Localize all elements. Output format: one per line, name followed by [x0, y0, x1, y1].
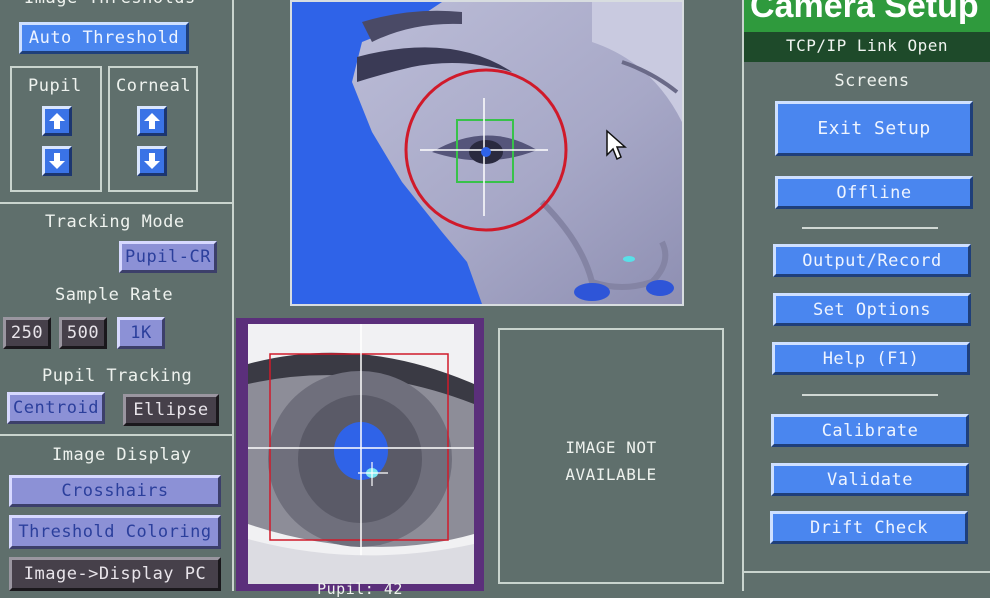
threshold-coloring-button[interactable]: Threshold Coloring — [9, 515, 221, 549]
arrow-down-icon — [49, 153, 65, 169]
arrow-up-icon — [144, 113, 160, 129]
arrow-down-icon — [144, 153, 160, 169]
pupil-label: Pupil — [28, 76, 82, 96]
left-panel: Image Thresholds Auto Threshold Pupil Co… — [0, 0, 232, 591]
tracking-mode-title: Tracking Mode — [45, 212, 185, 232]
ellipse-button[interactable]: Ellipse — [123, 394, 219, 426]
eye-camera-frame: Pupil: 42 — [236, 318, 484, 598]
corneal-threshold-up-button[interactable] — [137, 106, 167, 136]
tracking-mode-button[interactable]: Pupil-CR — [119, 241, 217, 273]
global-camera-view — [290, 0, 684, 306]
eye-image — [248, 324, 474, 584]
divider — [0, 202, 232, 204]
sample-rate-title: Sample Rate — [55, 285, 174, 305]
drift-check-button[interactable]: Drift Check — [770, 511, 968, 544]
title-bar: Camera Setup TCP/IP Link Open — [744, 0, 990, 62]
sample-rate-1k-button[interactable]: 1K — [117, 317, 165, 349]
image-display-pc-button[interactable]: Image->Display PC — [9, 557, 221, 591]
auto-threshold-button[interactable]: Auto Threshold — [19, 22, 189, 54]
set-options-button[interactable]: Set Options — [773, 293, 971, 326]
pupil-threshold-up-button[interactable] — [42, 106, 72, 136]
separator — [802, 227, 938, 229]
right-panel: Camera Setup TCP/IP Link Open Screens Ex… — [744, 0, 990, 591]
sample-rate-500-button[interactable]: 500 — [59, 317, 107, 349]
image-not-available-line1: IMAGE NOT — [565, 438, 657, 457]
corneal-threshold-down-button[interactable] — [137, 146, 167, 176]
mouse-cursor-icon — [606, 129, 627, 161]
link-status: TCP/IP Link Open — [785, 36, 949, 55]
corneal-label: Corneal — [116, 76, 192, 96]
output-record-button[interactable]: Output/Record — [773, 244, 971, 277]
separator — [802, 394, 938, 396]
arrow-up-icon — [49, 113, 65, 129]
camera-setup-title: Camera Setup — [750, 0, 979, 25]
offline-button[interactable]: Offline — [775, 176, 973, 209]
pupil-threshold-down-button[interactable] — [42, 146, 72, 176]
secondary-view: IMAGE NOT AVAILABLE — [498, 328, 724, 584]
image-not-available-line2: AVAILABLE — [565, 465, 657, 484]
help-button[interactable]: Help (F1) — [772, 342, 970, 375]
crosshairs-button[interactable]: Crosshairs — [9, 475, 221, 507]
image-display-title: Image Display — [52, 445, 192, 465]
pupil-tracking-title: Pupil Tracking — [42, 366, 193, 386]
image-thresholds-title: Image Thresholds — [24, 0, 196, 8]
divider — [0, 434, 232, 436]
eye-camera-view — [248, 324, 474, 584]
divider — [744, 571, 990, 573]
exit-setup-button[interactable]: Exit Setup — [775, 101, 973, 156]
sample-rate-250-button[interactable]: 250 — [3, 317, 51, 349]
centroid-button[interactable]: Centroid — [7, 392, 105, 424]
calibrate-button[interactable]: Calibrate — [771, 414, 969, 447]
pupil-readout: Pupil: 42 — [317, 580, 403, 598]
validate-button[interactable]: Validate — [771, 463, 969, 496]
left-panel-border — [232, 0, 234, 591]
screens-label: Screens — [834, 71, 910, 91]
